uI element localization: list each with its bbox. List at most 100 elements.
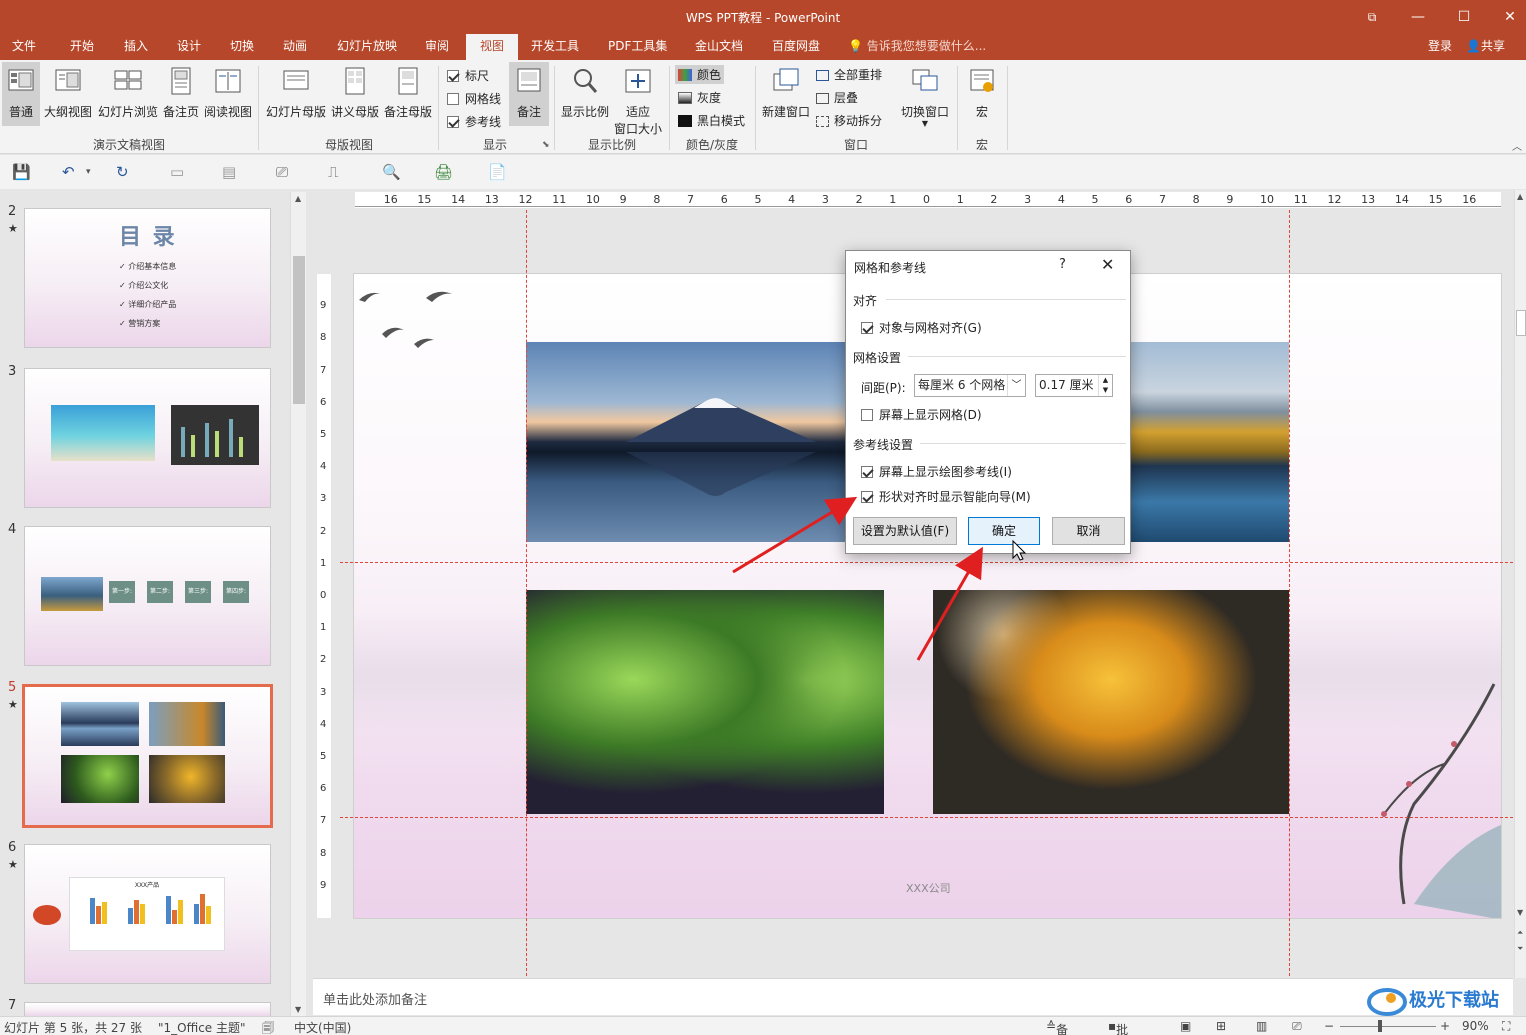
notes-pane[interactable]: 单击此处添加备注 bbox=[313, 978, 1513, 1015]
zoom-button[interactable]: 显示比例 bbox=[559, 66, 611, 120]
tab-slideshow[interactable]: 幻灯片放映 bbox=[333, 34, 401, 60]
move-split-button[interactable]: 移动拆分 bbox=[816, 112, 882, 129]
spellcheck-icon[interactable]: 🗐 bbox=[262, 1019, 274, 1035]
scroll-up-icon[interactable]: ▲ bbox=[295, 194, 301, 203]
spacing-input[interactable]: 0.17 厘米 ▲ ▼ bbox=[1035, 374, 1113, 397]
publish-icon[interactable]: 📄 bbox=[488, 163, 507, 181]
switch-window-button[interactable]: 切换窗口 ▼ bbox=[898, 66, 952, 128]
mountain-lake-photo[interactable] bbox=[526, 342, 850, 542]
spacing-select[interactable]: 每厘米 6 个网格 ﹀ bbox=[914, 374, 1026, 397]
dialog-launcher-icon[interactable]: ⬊ bbox=[542, 140, 550, 150]
tab-pdf-tools[interactable]: PDF工具集 bbox=[604, 34, 671, 60]
green-leaves-photo[interactable] bbox=[526, 590, 884, 814]
notes-master-button[interactable]: 备注母版 bbox=[382, 66, 434, 120]
language-status[interactable]: 中文(中国) bbox=[294, 1019, 351, 1035]
collapse-ribbon-icon[interactable]: ︿ bbox=[1512, 138, 1522, 153]
autumn-lake-photo[interactable] bbox=[1131, 342, 1289, 542]
color-mode-button[interactable]: 颜色 bbox=[675, 65, 725, 84]
print-preview-icon[interactable]: 🔍 bbox=[382, 163, 401, 181]
reading-view-status-icon[interactable]: ▥ bbox=[1256, 1019, 1267, 1033]
undo-icon[interactable]: ↶ bbox=[62, 163, 75, 181]
ok-button[interactable]: 确定 bbox=[968, 517, 1040, 545]
vertical-guide-right[interactable] bbox=[1289, 210, 1290, 976]
horizontal-guide-bottom[interactable] bbox=[340, 817, 1513, 818]
slide-thumbnail-3[interactable] bbox=[24, 368, 271, 508]
sorter-view-status-icon[interactable]: ⊞ bbox=[1216, 1019, 1226, 1033]
ruler-checkbox[interactable]: 标尺 bbox=[447, 67, 489, 84]
zoom-slider[interactable] bbox=[1340, 1026, 1436, 1027]
comments-status-button[interactable]: ▪ 批注 bbox=[1108, 1019, 1128, 1035]
show-grid-checkbox[interactable]: 屏幕上显示网格(D) bbox=[861, 406, 982, 423]
horizontal-guide-top[interactable] bbox=[340, 562, 1513, 563]
tab-review[interactable]: 审阅 bbox=[421, 34, 453, 60]
normal-view-status-icon[interactable]: ▣ bbox=[1180, 1019, 1191, 1033]
notes-status-button[interactable]: ≙ 备注 bbox=[1046, 1019, 1068, 1035]
spinner-icon[interactable]: ▲ ▼ bbox=[1098, 375, 1112, 396]
tab-insert[interactable]: 插入 bbox=[120, 34, 152, 60]
scroll-down-icon[interactable]: ▼ bbox=[295, 1005, 301, 1014]
maple-leaf-photo[interactable] bbox=[933, 590, 1289, 814]
scrollbar-thumb[interactable] bbox=[1516, 310, 1526, 336]
print-icon[interactable]: 🖨 bbox=[434, 163, 453, 181]
slide-thumbnail-6[interactable]: XXX产品 bbox=[24, 844, 271, 984]
vertical-guide-left[interactable] bbox=[526, 210, 527, 976]
guides-checkbox[interactable]: 参考线 bbox=[447, 113, 501, 130]
reading-view-button[interactable]: 阅读视图 bbox=[202, 66, 254, 120]
cancel-button[interactable]: 取消 bbox=[1052, 517, 1125, 545]
share-button[interactable]: 👤共享 bbox=[1466, 34, 1505, 58]
help-icon[interactable]: ? bbox=[1059, 257, 1066, 272]
tab-transitions[interactable]: 切换 bbox=[226, 34, 258, 60]
tab-developer[interactable]: 开发工具 bbox=[527, 34, 583, 60]
zoom-out-icon[interactable]: − bbox=[1324, 1019, 1334, 1033]
save-icon[interactable]: 💾 bbox=[12, 163, 31, 181]
normal-view-button[interactable]: 普通 bbox=[2, 62, 40, 126]
present-icon[interactable]: ⎚ bbox=[276, 163, 288, 181]
layout-icon[interactable]: ▤ bbox=[222, 163, 236, 181]
slide-thumbnail-2[interactable]: 目 录 ✓ 介绍基本信息 ✓ 介绍公文化 ✓ 详细介绍产品 ✓ 营销方案 bbox=[24, 208, 271, 348]
previous-slide-icon[interactable]: ⏶ bbox=[1517, 928, 1523, 938]
slide-sorter-button[interactable]: 幻灯片浏览 bbox=[96, 66, 160, 120]
dialog-close-icon[interactable]: ✕ bbox=[1101, 255, 1114, 274]
fit-to-window-button[interactable]: 适应 窗口大小 bbox=[612, 66, 664, 137]
black-white-button[interactable]: 黑白模式 bbox=[678, 112, 745, 129]
next-slide-icon[interactable]: ⏷ bbox=[1517, 944, 1523, 954]
minimize-button[interactable]: — bbox=[1404, 6, 1432, 28]
redo-icon[interactable]: ↻ bbox=[116, 163, 129, 181]
tab-home[interactable]: 开始 bbox=[66, 34, 98, 60]
slide-thumbnail-7[interactable] bbox=[24, 1002, 271, 1016]
tab-design[interactable]: 设计 bbox=[173, 34, 205, 60]
tab-view[interactable]: 视图 bbox=[466, 34, 518, 60]
arrange-all-button[interactable]: 全部重排 bbox=[816, 66, 882, 83]
thumbnail-scrollbar[interactable]: ▲ ▼ bbox=[290, 192, 306, 1016]
scroll-up-icon[interactable]: ▲ bbox=[1517, 192, 1523, 201]
outline-view-button[interactable]: 大纲视图 bbox=[42, 66, 94, 120]
slideshow-status-icon[interactable]: ⎚ bbox=[1292, 1019, 1302, 1034]
cascade-button[interactable]: 层叠 bbox=[816, 89, 858, 106]
projector-icon[interactable]: ⎍ bbox=[328, 163, 339, 181]
tab-file[interactable]: 文件 bbox=[8, 34, 40, 60]
slide-master-button[interactable]: 幻灯片母版 bbox=[264, 66, 328, 120]
gridlines-checkbox[interactable]: 网格线 bbox=[447, 90, 501, 107]
snap-to-grid-checkbox[interactable]: 对象与网格对齐(G) bbox=[861, 319, 982, 336]
close-button[interactable]: ✕ bbox=[1496, 6, 1524, 28]
undo-dropdown-icon[interactable]: ▾ bbox=[86, 167, 91, 177]
canvas-scrollbar[interactable]: ▲ ▼ ⏶ ⏷ bbox=[1514, 190, 1526, 978]
new-window-button[interactable]: 新建窗口 bbox=[760, 66, 812, 120]
slide-thumbnail-4[interactable]: 第一步: 第二步: 第三步: 第四步: bbox=[24, 526, 271, 666]
macros-button[interactable]: 宏 bbox=[962, 66, 1002, 120]
scroll-down-icon[interactable]: ▼ bbox=[1517, 908, 1523, 917]
handout-master-button[interactable]: 讲义母版 bbox=[329, 66, 381, 120]
scrollbar-thumb[interactable] bbox=[293, 256, 305, 404]
tab-baidu-netdisk[interactable]: 百度网盘 bbox=[768, 34, 824, 60]
show-guides-checkbox[interactable]: 屏幕上显示绘图参考线(I) bbox=[861, 463, 1012, 480]
login-link[interactable]: 登录 bbox=[1428, 34, 1452, 58]
new-slide-icon[interactable]: ▭ bbox=[170, 163, 184, 181]
maximize-button[interactable]: ☐ bbox=[1450, 6, 1478, 28]
tell-me-box[interactable]: 💡 告诉我您想要做什么... bbox=[848, 34, 986, 60]
notes-toggle-button[interactable]: 备注 bbox=[509, 62, 549, 126]
restore-icon[interactable]: ⧉ bbox=[1358, 6, 1386, 28]
slide-thumbnail-5[interactable] bbox=[22, 684, 273, 828]
grayscale-button[interactable]: 灰度 bbox=[678, 89, 721, 106]
tab-animations[interactable]: 动画 bbox=[279, 34, 311, 60]
notes-page-button[interactable]: 备注页 bbox=[161, 66, 201, 120]
